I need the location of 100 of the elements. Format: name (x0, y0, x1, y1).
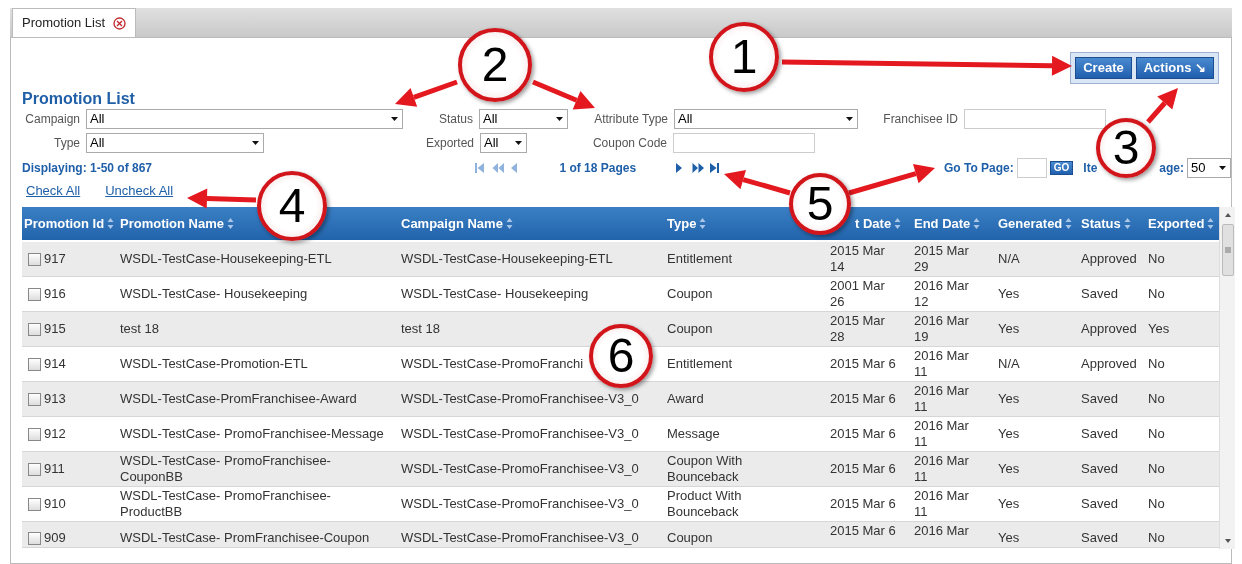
table-cell: No (1148, 530, 1165, 546)
caret-icon[interactable] (555, 115, 564, 122)
tab[interactable]: Promotion List (12, 8, 137, 37)
table-cell: 909 (44, 530, 66, 546)
caret-icon[interactable] (251, 139, 260, 146)
table-cell: 2015 Mar 6 (830, 391, 896, 407)
table-cell: WSDL-TestCase-Housekeeping-ETL (120, 251, 332, 267)
column-header[interactable]: Type (667, 213, 697, 234)
table-cell: No (1148, 356, 1165, 372)
arrow (187, 188, 257, 209)
column-header[interactable]: Campaign Name (401, 213, 503, 234)
table-cell: WSDL-TestCase-PromoFranchisee-V3_0 (401, 496, 639, 512)
caret-icon[interactable] (1218, 165, 1227, 171)
table-cell: Yes (1148, 321, 1170, 337)
field-label: Coupon Code (592, 134, 667, 152)
checkbox[interactable] (28, 462, 41, 476)
column-header[interactable]: Exported (1148, 213, 1205, 234)
column-header[interactable]: Promotion Id (24, 213, 105, 234)
last-page-icon[interactable] (709, 162, 722, 174)
dropdown[interactable]: All (674, 108, 858, 129)
sort-icon[interactable] (107, 217, 115, 230)
table-cell: WSDL-TestCase-Housekeeping-ETL (401, 251, 613, 267)
input-field[interactable] (964, 108, 1106, 129)
sort-icon[interactable] (894, 217, 902, 230)
table-cell: WSDL-TestCase- Housekeeping (120, 286, 308, 302)
dropdown[interactable]: All (479, 108, 568, 129)
table-cell: Yes (998, 426, 1020, 442)
close-icon[interactable] (113, 16, 127, 30)
table-cell-text: 2015 Mar 29 (914, 243, 970, 275)
sort-icon[interactable] (1123, 217, 1131, 230)
uncheck-all-link[interactable]: Uncheck All (105, 181, 174, 201)
checkbox[interactable] (28, 427, 41, 441)
sort-icon[interactable] (973, 217, 981, 230)
checkbox[interactable] (28, 252, 41, 266)
checkbox[interactable] (28, 392, 41, 406)
sort-icon[interactable] (227, 217, 234, 230)
go-button[interactable]: GO (1049, 161, 1074, 175)
table-cell: No (1148, 426, 1165, 442)
column-header[interactable]: Generated (998, 213, 1063, 234)
column-header[interactable]: t Date (855, 213, 892, 234)
column-header[interactable]: Status (1081, 213, 1121, 234)
table-cell: 912 (44, 426, 66, 442)
check-all-link[interactable]: Check All (26, 181, 81, 201)
sort-icon[interactable] (699, 217, 707, 230)
table-cell: 2015 Mar 6 (830, 356, 896, 372)
checkbox[interactable] (28, 497, 41, 511)
caret-icon[interactable] (390, 115, 399, 122)
table-cell: test 18 (401, 321, 441, 337)
table-cell-text: WSDL-TestCase- PromoFranchisee-ProductBB (120, 488, 332, 520)
checkbox[interactable] (28, 531, 41, 545)
items-per-page-label: age: (1159, 160, 1185, 177)
table-cell: 2015 Mar 6 (830, 523, 896, 539)
fast-forward-icon[interactable] (692, 162, 705, 174)
checkbox[interactable] (28, 322, 41, 336)
table-cell: WSDL-TestCase-PromoFranchisee-V3_0 (401, 461, 639, 477)
caret-icon[interactable] (845, 115, 854, 122)
table-cell: No (1148, 461, 1165, 477)
table-cell: No (1148, 286, 1165, 302)
actions-button[interactable]: Actions ↘ (1135, 57, 1214, 79)
caret-icon[interactable] (514, 139, 523, 146)
table-row[interactable]: 917 WSDL-TestCase-Housekeeping-ETL WSDL-TestCase-Housekeeping-ETL Entitlement 2015 Mar 14 2015 Mar 29 N/A Approved No (22, 242, 1219, 277)
table-row[interactable]: 909 WSDL-TestCase- PromFranchisee-Coupon WSDL-TestCase-PromoFranchisee-V3_0 Coupon 2015 Mar 6 2016 Mar Yes Saved No (22, 522, 1219, 548)
page-info: 1 of 18 Pages (559, 161, 637, 175)
table-cell: Yes (998, 391, 1020, 407)
dropdown[interactable]: All (86, 108, 403, 129)
dropdown[interactable]: All (480, 132, 527, 153)
table-cell: Approved (1081, 321, 1137, 337)
table-cell-text: 2016 Mar 11 (914, 488, 970, 520)
table-cell: WSDL-TestCase- PromoFranchisee-Message (120, 426, 384, 442)
page-size-dropdown[interactable]: 50 (1187, 158, 1231, 178)
page-number-field[interactable] (1016, 158, 1047, 178)
table-cell-text: 2016 Mar 12 (914, 278, 970, 310)
table-cell-text: 2016 Mar 11 (914, 383, 970, 415)
input-field[interactable] (673, 132, 815, 153)
checkbox[interactable] (28, 357, 41, 371)
table-cell: N/A (998, 356, 1020, 372)
table-cell-text: WSDL-TestCase- PromoFranchisee-CouponBB (120, 453, 332, 485)
column-header[interactable]: End Date (914, 213, 971, 234)
sort-icon[interactable] (1065, 217, 1073, 230)
table-cell: WSDL-TestCase-PromoFranchisee-V3_0 (401, 530, 639, 546)
checkbox[interactable] (28, 287, 41, 301)
table-cell: No (1148, 391, 1165, 407)
grip-icon[interactable] (1224, 247, 1231, 253)
table-cell: Saved (1081, 426, 1118, 442)
create-button[interactable]: Create (1075, 57, 1132, 79)
scrollbar[interactable] (1219, 207, 1235, 549)
dropdown[interactable]: All (86, 132, 264, 153)
callout-number: 1 (709, 22, 779, 92)
page-title: Promotion List (22, 90, 135, 108)
sort-icon[interactable] (1207, 217, 1215, 230)
table-row[interactable]: 913 WSDL-TestCase-PromFranchisee-Award WSDL-TestCase-PromoFranchisee-V3_0 Award 2015 Mar 6 2016 Mar 11 Yes Saved No (22, 382, 1219, 417)
table-cell: 913 (44, 391, 66, 407)
sort-icon[interactable] (505, 217, 513, 230)
arrow (532, 79, 595, 110)
column-header[interactable]: Promotion Name (120, 213, 224, 234)
table-cell: Yes (998, 496, 1020, 512)
table-row[interactable]: 911 WSDL-TestCase- PromoFranchisee-CouponBB WSDL-TestCase-PromoFranchisee-V3_0 Coupon With Bounceback 2015 Mar 6 2016 Mar 11 Yes Saved No (22, 452, 1219, 487)
table-cell: Entitlement (667, 356, 733, 372)
table-cell: Yes (998, 286, 1020, 302)
table-cell: Saved (1081, 286, 1118, 302)
